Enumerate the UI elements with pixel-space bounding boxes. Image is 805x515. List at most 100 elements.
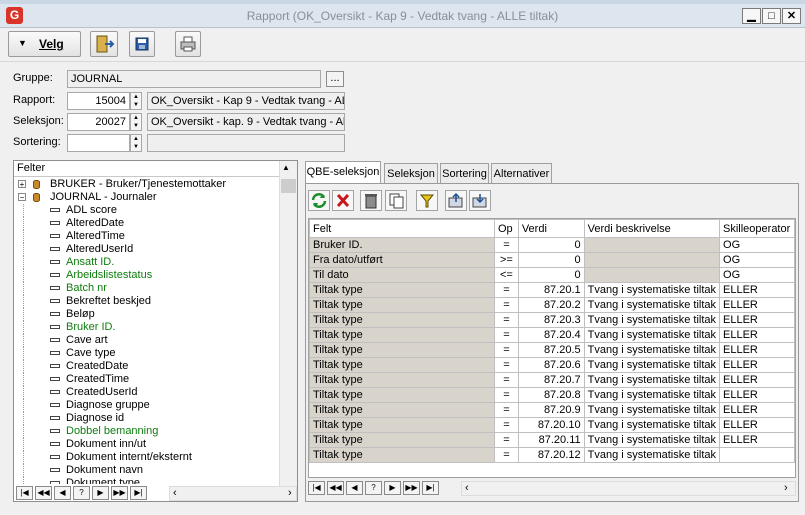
grid-cell-verdi[interactable]: 0	[517, 252, 585, 268]
maximize-button[interactable]: □	[762, 8, 781, 24]
grid-cell-skilleoperator[interactable]: OG	[719, 252, 795, 268]
grid-cell-op[interactable]: =	[494, 417, 519, 433]
next-page-icon[interactable]: ▶▶	[403, 481, 420, 495]
grid-cell-felt[interactable]: Tiltak type	[309, 387, 495, 403]
grid-row[interactable]: Tiltak type = 87.20.9 Tvang i systematiske …	[309, 402, 795, 418]
grid-cell-op[interactable]: =	[494, 402, 519, 418]
grid-cell-op[interactable]: =	[494, 297, 519, 313]
grid-cell-verdi[interactable]: 87.20.6	[517, 357, 585, 373]
grid-row[interactable]: Tiltak type = 87.20.7 Tvang i systematiske …	[309, 372, 795, 388]
tab-seleksjon[interactable]: Seleksjon	[384, 163, 438, 184]
grid-cell-verdi[interactable]: 0	[517, 237, 585, 253]
grid-cell-op[interactable]: =	[494, 432, 519, 448]
grid-cell-felt[interactable]: Bruker ID.	[309, 237, 495, 253]
tree-item[interactable]: Batch nr	[14, 282, 278, 295]
tree-item[interactable]: CreatedUserId	[14, 386, 278, 399]
felter-vertical-scrollbar[interactable]: ▲	[279, 161, 297, 487]
grid-cell-beskrivelse[interactable]	[583, 267, 721, 283]
grid-cell-felt[interactable]: Tiltak type	[309, 342, 495, 358]
grid-cell-op[interactable]: =	[494, 387, 519, 403]
scroll-left-icon[interactable]: ‹	[173, 487, 177, 499]
grid-cell-felt[interactable]: Fra dato/utført	[309, 252, 495, 268]
grid-cell-skilleoperator[interactable]: ELLER	[719, 342, 795, 358]
tree-item[interactable]: Diagnose gruppe	[14, 399, 278, 412]
grid-cell-skilleoperator[interactable]: OG	[719, 237, 795, 253]
grid-cell-beskrivelse[interactable]	[583, 252, 721, 268]
scroll-left-icon[interactable]: ‹	[465, 482, 469, 494]
refresh-button[interactable]	[308, 190, 330, 211]
grid-cell-op[interactable]: =	[494, 237, 519, 253]
close-button[interactable]: ✕	[782, 8, 801, 24]
tree-item[interactable]: AlteredDate	[14, 217, 278, 230]
grid-cell-beskrivelse[interactable]: Tvang i systematiske tiltak	[583, 282, 721, 298]
grid-cell-beskrivelse[interactable]: Tvang i systematiske tiltak	[583, 297, 721, 313]
gruppe-browse-button[interactable]: ...	[326, 71, 344, 87]
grid-cell-op[interactable]: =	[494, 357, 519, 373]
grid-cell-verdi[interactable]: 87.20.5	[517, 342, 585, 358]
last-record-icon[interactable]: ▶|	[130, 486, 147, 500]
grid-cell-beskrivelse[interactable]: Tvang i systematiske tiltak	[583, 357, 721, 373]
grid-cell-verdi[interactable]: 0	[517, 267, 585, 283]
minimize-button[interactable]: ▁	[742, 8, 761, 24]
grid-cell-op[interactable]: =	[494, 342, 519, 358]
gruppe-field[interactable]: JOURNAL	[67, 70, 321, 88]
tree-item[interactable]: ADL score	[14, 204, 278, 217]
grid-cell-verdi[interactable]: 87.20.9	[517, 402, 585, 418]
column-header-felt[interactable]: Felt	[309, 219, 495, 238]
tree-item[interactable]: Dokument internt/eksternt	[14, 451, 278, 464]
scroll-right-icon[interactable]: ›	[288, 487, 292, 499]
import-button[interactable]	[445, 190, 467, 211]
grid-row[interactable]: Tiltak type = 87.20.5 Tvang i systematiske …	[309, 342, 795, 358]
tree-item[interactable]: Dobbel bemanning	[14, 425, 278, 438]
grid-cell-beskrivelse[interactable]: Tvang i systematiske tiltak	[583, 417, 721, 433]
grid-cell-op[interactable]: =	[494, 447, 519, 463]
column-header-skilleoperator[interactable]: Skilleoperator	[719, 219, 795, 238]
exit-button[interactable]	[90, 31, 118, 57]
tree-item[interactable]: Cave art	[14, 334, 278, 347]
prev-page-icon[interactable]: ◀◀	[35, 486, 52, 500]
grid-cell-skilleoperator[interactable]: ELLER	[719, 417, 795, 433]
grid-cell-verdi[interactable]: 87.20.1	[517, 282, 585, 298]
collapse-icon[interactable]: −	[18, 193, 26, 202]
grid-cell-felt[interactable]: Tiltak type	[309, 312, 495, 328]
grid-cell-felt[interactable]: Til dato	[309, 267, 495, 283]
grid-cell-skilleoperator[interactable]: OG	[719, 267, 795, 283]
tab-sortering[interactable]: Sortering	[440, 163, 489, 184]
filter-button[interactable]	[416, 190, 438, 211]
grid-cell-skilleoperator[interactable]: ELLER	[719, 402, 795, 418]
tab-qbe-seleksjon[interactable]: QBE-seleksjon	[305, 161, 381, 184]
column-header-op[interactable]: Op	[494, 219, 519, 238]
tree-item[interactable]: CreatedDate	[14, 360, 278, 373]
next-record-icon[interactable]: ▶	[92, 486, 109, 500]
help-icon[interactable]: ?	[73, 486, 90, 500]
grid-cell-skilleoperator[interactable]: ELLER	[719, 327, 795, 343]
grid-cell-verdi[interactable]: 87.20.7	[517, 372, 585, 388]
grid-cell-skilleoperator[interactable]: ELLER	[719, 372, 795, 388]
grid-row[interactable]: Tiltak type = 87.20.2 Tvang i systematiske …	[309, 297, 795, 313]
grid-row[interactable]: Fra dato/utført >= 0 OG	[309, 252, 795, 268]
grid-row[interactable]: Tiltak type = 87.20.11 Tvang i systematiske…	[309, 432, 795, 448]
grid-row[interactable]: Tiltak type = 87.20.1 Tvang i systematiske …	[309, 282, 795, 298]
delete-button[interactable]	[332, 190, 354, 211]
grid-row[interactable]: Tiltak type = 87.20.12 Tvang i systematiske…	[309, 447, 795, 463]
grid-row[interactable]: Tiltak type = 87.20.3 Tvang i systematiske …	[309, 312, 795, 328]
grid-cell-op[interactable]: =	[494, 312, 519, 328]
grid-cell-beskrivelse[interactable]: Tvang i systematiske tiltak	[583, 387, 721, 403]
grid-cell-beskrivelse[interactable]: Tvang i systematiske tiltak	[583, 432, 721, 448]
first-record-icon[interactable]: |◀	[16, 486, 33, 500]
column-header-verdi-beskrivelse[interactable]: Verdi beskrivelse	[583, 219, 721, 238]
next-record-icon[interactable]: ▶	[384, 481, 401, 495]
save-button[interactable]	[129, 31, 155, 57]
grid-cell-skilleoperator[interactable]: ELLER	[719, 432, 795, 448]
tree-item[interactable]: Dokument navn	[14, 464, 278, 477]
grid-row[interactable]: Tiltak type = 87.20.6 Tvang i systematiske …	[309, 357, 795, 373]
tree-item[interactable]: + BRUKER - Bruker/Tjenestemottaker	[14, 178, 278, 191]
trash-button[interactable]	[360, 190, 382, 211]
tree-item[interactable]: Dokument inn/ut	[14, 438, 278, 451]
grid-cell-felt[interactable]: Tiltak type	[309, 417, 495, 433]
grid-cell-felt[interactable]: Tiltak type	[309, 402, 495, 418]
grid-cell-skilleoperator[interactable]: ELLER	[719, 357, 795, 373]
sortering-id-field[interactable]	[67, 134, 130, 152]
prev-page-icon[interactable]: ◀◀	[327, 481, 344, 495]
grid-row[interactable]: Til dato <= 0 OG	[309, 267, 795, 283]
